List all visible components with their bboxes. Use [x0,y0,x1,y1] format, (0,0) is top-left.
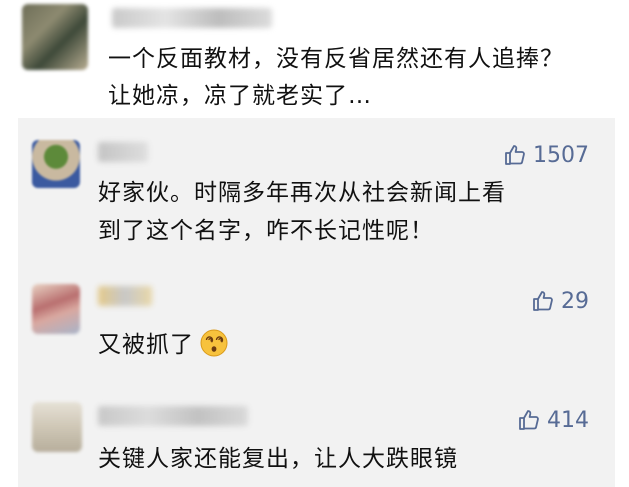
replies-panel: 1507 好家伙。时隔多年再次从社会新闻上看 到了这个名字，咋不长记性呢！ 29… [18,118,615,487]
reply-text-line-1: 又被抓了 [98,326,228,364]
like-count: 1507 [533,142,589,168]
reply-text-line-1: 好家伙。时隔多年再次从社会新闻上看 [98,180,506,206]
reply-text-line-1: 关键人家还能复出，让人大跌眼镜 [98,446,458,472]
top-comment-avatar[interactable] [22,4,88,70]
thumbs-up-icon [519,410,539,430]
thumbs-up-icon [505,145,525,165]
like-button[interactable]: 414 [517,405,589,435]
like-count: 29 [561,288,589,314]
top-comment-username[interactable] [112,8,272,28]
top-comment-line-1: 一个反面教材，没有反省居然还有人追捧？ [108,46,564,72]
reply-text: 又被抓了 [98,332,194,358]
reply-text-line-2: 到了这个名字，咋不长记性呢！ [98,218,434,244]
reply-avatar[interactable] [32,284,80,334]
reply-username[interactable] [98,406,248,426]
dizzy-face-emoji [200,329,228,357]
top-comment-line-2: 让她凉，凉了就老实了… [108,83,372,109]
reply-avatar[interactable] [32,402,82,452]
thumbs-up-icon [533,291,553,311]
like-count: 414 [547,407,589,433]
reply-username[interactable] [98,286,152,306]
like-button[interactable]: 1507 [503,140,589,170]
reply-avatar[interactable] [32,140,80,188]
top-comment: 一个反面教材，没有反省居然还有人追捧？ 让她凉，凉了就老实了… [0,0,629,118]
like-button[interactable]: 29 [531,286,589,316]
reply-username[interactable] [98,142,148,162]
